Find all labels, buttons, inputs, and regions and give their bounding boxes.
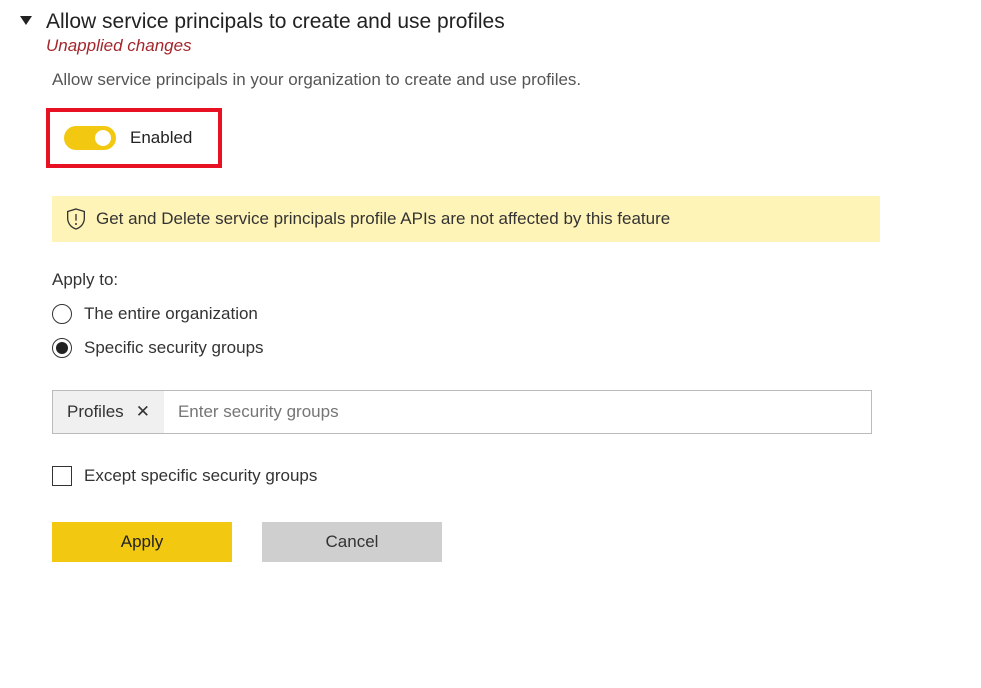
setting-title-block: Allow service principals to create and u… (46, 10, 961, 56)
unapplied-changes-label: Unapplied changes (46, 36, 961, 56)
security-groups-input[interactable]: Profiles ✕ (52, 390, 872, 434)
tag-label: Profiles (67, 402, 124, 422)
security-group-tag: Profiles ✕ (53, 391, 164, 433)
setting-header: Allow service principals to create and u… (20, 10, 961, 56)
radio-specific-security-groups[interactable]: Specific security groups (52, 338, 961, 358)
radio-icon (52, 304, 72, 324)
info-notice: Get and Delete service principals profil… (52, 196, 880, 242)
toggle-knob-icon (95, 130, 111, 146)
toggle-label: Enabled (130, 128, 192, 148)
remove-tag-icon[interactable]: ✕ (132, 402, 154, 422)
radio-label: Specific security groups (84, 338, 264, 358)
apply-to-section: Apply to: The entire organization Specif… (52, 270, 961, 358)
button-row: Apply Cancel (52, 522, 961, 562)
enabled-toggle-highlight: Enabled (46, 108, 222, 168)
checkbox-icon (52, 466, 72, 486)
setting-description: Allow service principals in your organiz… (52, 70, 961, 90)
shield-warning-icon (66, 208, 86, 230)
radio-label: The entire organization (84, 304, 258, 324)
checkbox-label: Except specific security groups (84, 466, 317, 486)
cancel-button[interactable]: Cancel (262, 522, 442, 562)
security-groups-text-input[interactable] (164, 391, 871, 433)
radio-entire-organization[interactable]: The entire organization (52, 304, 961, 324)
setting-title: Allow service principals to create and u… (46, 10, 961, 34)
enabled-toggle[interactable] (64, 126, 116, 150)
except-security-groups-checkbox-row[interactable]: Except specific security groups (52, 466, 961, 486)
radio-icon (52, 338, 72, 358)
notice-text: Get and Delete service principals profil… (96, 209, 670, 229)
apply-to-label: Apply to: (52, 270, 961, 290)
apply-button[interactable]: Apply (52, 522, 232, 562)
collapse-arrow-icon[interactable] (20, 16, 32, 25)
